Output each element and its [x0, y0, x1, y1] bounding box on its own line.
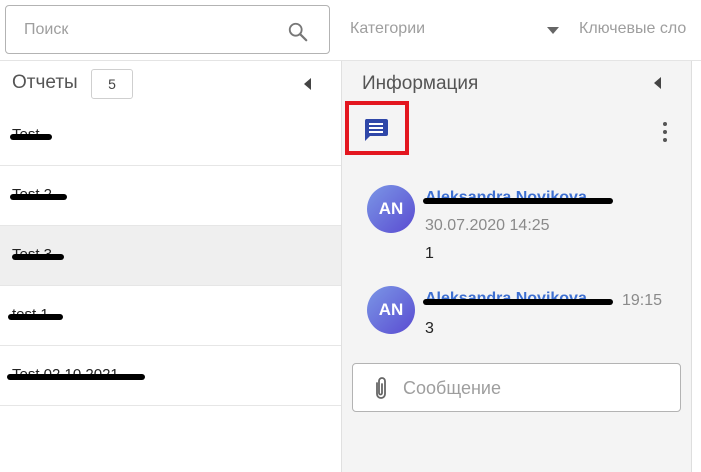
more-vertical-icon[interactable] [660, 121, 670, 143]
comment-text: 3 [425, 320, 434, 337]
info-title: Информация [362, 73, 479, 94]
reports-panel: Отчеты 5 Test Test 2 Test 3 test 1 Test … [0, 61, 342, 472]
collapse-reports-icon[interactable] [304, 78, 311, 90]
reports-header: Отчеты 5 [0, 61, 342, 106]
menu-dot [663, 122, 667, 126]
collapse-info-icon[interactable] [654, 77, 661, 89]
comment-timestamp: 30.07.2020 14:25 [425, 217, 550, 234]
message-box[interactable] [352, 363, 681, 412]
menu-dot [663, 138, 667, 142]
avatar: AN [367, 286, 415, 334]
report-item[interactable]: Test 2 [0, 166, 342, 226]
redaction-mark [12, 254, 64, 260]
chevron-down-icon[interactable] [547, 27, 559, 34]
menu-dot [663, 130, 667, 134]
category-select-label: Категории [350, 20, 426, 37]
redaction-mark [423, 299, 613, 305]
filter-bar: Категории Ключевые сло [0, 0, 701, 60]
redaction-mark [8, 314, 63, 320]
comment-text: 1 [425, 245, 434, 262]
category-select[interactable]: Категории [350, 12, 565, 48]
report-list: Test Test 2 Test 3 test 1 Test 02.10.202… [0, 106, 342, 406]
search-icon[interactable] [287, 21, 309, 43]
reports-count-badge: 5 [91, 69, 133, 99]
avatar: AN [367, 185, 415, 233]
comments-tab[interactable] [345, 101, 409, 155]
comment: AN Aleksandra Novikova 19:15 3 [367, 286, 677, 346]
report-item[interactable]: Test 02.10.2021 [0, 346, 342, 406]
comment-timestamp: 19:15 [622, 292, 663, 309]
report-item[interactable]: test 1 [0, 286, 342, 346]
redaction-mark [423, 198, 613, 204]
search-box[interactable] [5, 5, 330, 54]
info-panel: Информация AN Aleksandra Novikova 30.07.… [342, 61, 691, 472]
comment: AN Aleksandra Novikova 30.07.2020 14:25 … [367, 185, 677, 265]
scrollbar-track[interactable] [691, 61, 701, 472]
search-input[interactable] [24, 18, 274, 42]
redaction-mark [10, 134, 52, 140]
keywords-select-label[interactable]: Ключевые сло [579, 20, 686, 38]
redaction-mark [7, 374, 145, 380]
paperclip-icon[interactable] [371, 376, 391, 402]
redaction-mark [10, 194, 67, 200]
report-item-selected[interactable]: Test 3 [0, 226, 342, 286]
chat-bubble-icon [364, 119, 388, 141]
report-item[interactable]: Test [0, 106, 342, 166]
message-input[interactable] [403, 377, 663, 399]
reports-title: Отчеты [12, 72, 78, 93]
